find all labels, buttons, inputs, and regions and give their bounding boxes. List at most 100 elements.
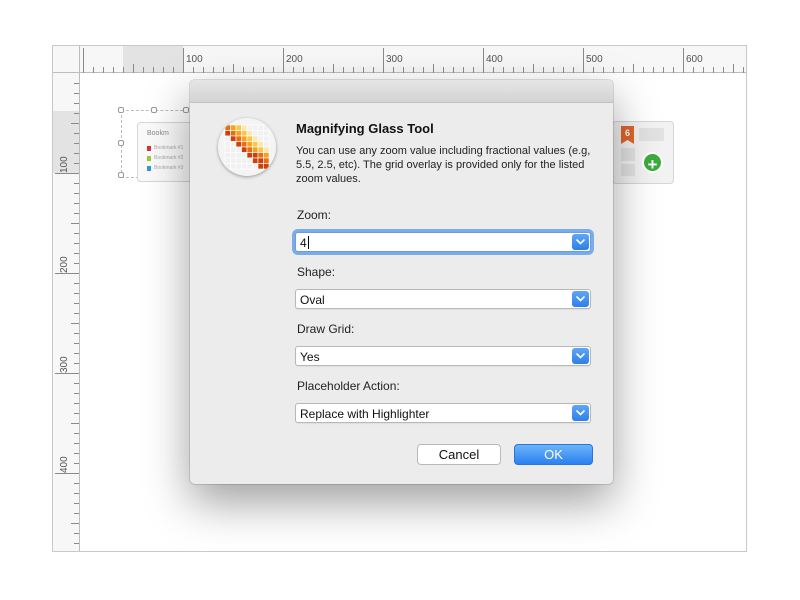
icon-pixel: [263, 141, 270, 148]
dialog-title: Magnifying Glass Tool: [296, 121, 434, 136]
bookmark-item-label: Bookmark #1: [154, 145, 184, 151]
text-cursor: [307, 236, 309, 249]
zoom-value[interactable]: 4: [300, 236, 309, 250]
icon-pixel: [241, 135, 248, 142]
icon-pixel: [263, 152, 270, 159]
icon-pixel: [246, 135, 253, 142]
icon-pixel: [257, 141, 264, 148]
icon-pixel: [257, 130, 264, 137]
selection-handle[interactable]: [151, 107, 157, 113]
icon-pixel: [235, 157, 242, 164]
bookmark-item: Bookmark #2: [147, 155, 183, 161]
icon-pixel: [263, 146, 270, 153]
icon-pixel: [252, 130, 259, 137]
grid-cell: [621, 164, 635, 176]
ruler-label-v200: 200: [59, 256, 70, 273]
icon-pixel: [263, 124, 270, 131]
zoom-combobox[interactable]: 4: [295, 232, 591, 252]
icon-pixel: [224, 135, 231, 142]
icon-pixel: [230, 163, 237, 170]
draw-grid-select[interactable]: Yes: [295, 346, 591, 366]
magnifying-glass-app-icon: [218, 118, 276, 176]
bookmark-flag-icon: [147, 155, 151, 161]
pixel-pencil-icon: [224, 124, 270, 170]
icon-pixel: [257, 152, 264, 159]
ruler-corner: [53, 46, 80, 73]
icon-pixel: [230, 135, 237, 142]
icon-pixel: [224, 157, 231, 164]
vertical-ruler-ticks: 100 200 300 400: [53, 83, 79, 544]
bookmark-flag-icon: [147, 165, 151, 171]
ruler-label-300: 300: [386, 54, 403, 65]
magnifying-glass-dialog: Magnifying Glass Tool You can use any zo…: [190, 80, 613, 484]
badge-flag-icon: 6: [621, 126, 634, 144]
icon-pixel: [230, 141, 237, 148]
selection-handle[interactable]: [118, 172, 124, 178]
icon-pixel: [263, 163, 270, 170]
draw-grid-dropdown-button[interactable]: [572, 348, 589, 364]
ruler-label-v400: 400: [59, 456, 70, 473]
grid-widget[interactable]: 6 +: [612, 121, 674, 184]
chevron-down-icon: [576, 410, 585, 416]
dialog-titlebar[interactable]: [190, 80, 613, 103]
icon-pixel: [246, 124, 253, 131]
shape-select[interactable]: Oval: [295, 289, 591, 309]
icon-pixel: [235, 146, 242, 153]
selection-handle[interactable]: [118, 140, 124, 146]
icon-pixel: [224, 124, 231, 131]
icon-pixel: [246, 157, 253, 164]
placeholder-action-select[interactable]: Replace with Highlighter: [295, 403, 591, 423]
horizontal-ruler-ticks: 100 200 300 400 500 600: [83, 46, 744, 73]
selection-handle[interactable]: [118, 107, 124, 113]
bookmark-item: Bookmark #1: [147, 145, 183, 151]
icon-pixel: [252, 152, 259, 159]
dialog-description: You can use any zoom value including fra…: [296, 145, 591, 185]
ruler-label-400: 400: [486, 54, 503, 65]
icon-pixel: [246, 163, 253, 170]
icon-pixel: [252, 163, 259, 170]
zoom-dropdown-button[interactable]: [572, 234, 589, 250]
icon-pixel: [257, 146, 264, 153]
icon-pixel: [246, 152, 253, 159]
placeholder-action-dropdown-button[interactable]: [572, 405, 589, 421]
ok-button[interactable]: OK: [514, 444, 593, 465]
bookmark-item-label: Bookmark #2: [154, 155, 184, 161]
selection-handle[interactable]: [183, 107, 189, 113]
icon-pixel: [241, 141, 248, 148]
icon-pixel: [224, 130, 231, 137]
add-icon[interactable]: +: [642, 152, 663, 174]
bookmarks-widget[interactable]: Bookm Bookmark #1 Bookmark #2 Bookmark #…: [137, 122, 195, 182]
icon-pixel: [230, 157, 237, 164]
chevron-down-icon: [576, 239, 585, 245]
icon-pixel: [246, 141, 253, 148]
vertical-ruler: 100 200 300 400: [53, 73, 80, 551]
icon-pixel: [241, 130, 248, 137]
icon-pixel: [224, 146, 231, 153]
ruler-label-v100: 100: [59, 156, 70, 173]
icon-pixel: [235, 130, 242, 137]
ruler-label-500: 500: [586, 54, 603, 65]
icon-pixel: [252, 141, 259, 148]
bookmarks-widget-title: Bookm: [147, 130, 169, 137]
icon-pixel: [224, 141, 231, 148]
ruler-label-200: 200: [286, 54, 303, 65]
icon-pixel: [263, 130, 270, 137]
icon-pixel: [263, 135, 270, 142]
draw-grid-label: Draw Grid:: [297, 322, 355, 336]
icon-pixel: [230, 124, 237, 131]
icon-pixel: [224, 163, 231, 170]
bookmark-item-label: Bookmark #3: [154, 165, 184, 171]
icon-pixel: [257, 124, 264, 131]
icon-pixel: [235, 141, 242, 148]
cancel-button[interactable]: Cancel: [417, 444, 501, 465]
icon-pixel: [241, 157, 248, 164]
icon-pixel: [235, 124, 242, 131]
icon-pixel: [241, 146, 248, 153]
icon-pixel: [252, 146, 259, 153]
icon-pixel: [263, 157, 270, 164]
icon-pixel: [230, 152, 237, 159]
shape-dropdown-button[interactable]: [572, 291, 589, 307]
placeholder-action-value: Replace with Highlighter: [300, 407, 430, 421]
chevron-down-icon: [576, 296, 585, 302]
zoom-label: Zoom:: [297, 208, 332, 222]
